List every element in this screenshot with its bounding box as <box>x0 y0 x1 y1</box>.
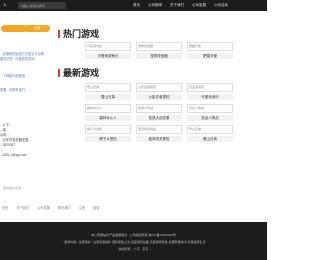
game-thumbnail[interactable]: 雪山兄弟 <box>85 83 131 92</box>
credit-text: 网站信息来源... <box>3 186 24 190</box>
hot-games-title: 热门游戏 <box>58 27 99 40</box>
footer-license: ...版权所有... 广东...京东... <box>116 247 151 251</box>
game-card[interactable]: 宠物改造器 宠物改造器 <box>136 42 182 61</box>
footer: 本公司网站均产品保留相关...公司版权所有 陕ICP备09000000号 ...… <box>0 222 267 260</box>
game-name[interactable]: 宠物改造器 <box>136 53 182 59</box>
footer-links: 首页 关于我们 公司发展 联系我们 注册 登录 <box>2 205 99 210</box>
nav-item-development[interactable]: 公司发展 <box>192 3 206 8</box>
game-thumbnail[interactable]: 火影忍者冒险 <box>136 83 182 92</box>
game-card[interactable]: 橘子大冒险 橘子大冒险 <box>85 125 131 144</box>
game-name[interactable]: 橘子大冒险 <box>85 136 131 142</box>
nav-item-home[interactable]: 首页 <box>133 3 140 8</box>
title-accent <box>58 29 60 38</box>
new-games-title-text: 最新游戏 <box>63 68 100 78</box>
game-name[interactable]: 雪山兄弟 <box>187 136 233 142</box>
game-card[interactable]: 松鼠大作战 松鼠大战坚果 <box>136 104 182 123</box>
search-input[interactable]: 请输入搜索关键词 <box>18 2 66 9</box>
game-card[interactable]: 雪山兄弟 雪山兄弟 <box>85 83 131 102</box>
game-thumbnail[interactable]: 橘子大冒险 <box>85 125 131 134</box>
game-name[interactable]: 肥猫天使 <box>187 53 233 59</box>
footer-health-notice: ...游戏内容...注意保护...注意自我保护 谨防受骗上当 适度游戏益脑 沉迷… <box>61 240 206 244</box>
game-name[interactable]: 张龙人物战 <box>187 115 233 121</box>
footer-link-login[interactable]: 登录 <box>93 205 99 210</box>
game-thumbnail[interactable]: 肥猫天使 <box>187 42 233 51</box>
top-nav: 首页 公司新闻 关于我们 公司发展 公司活动 <box>133 3 228 8</box>
game-thumbnail[interactable]: 可爱消消乐 <box>187 83 233 92</box>
game-name[interactable]: 森林冰火人 <box>85 115 131 121</box>
footer-link-about[interactable]: 关于我们 <box>16 205 29 210</box>
game-card[interactable]: 雪山兄弟 雪山兄弟 <box>187 125 233 144</box>
game-name[interactable]: 松鼠大战坚果 <box>136 115 182 121</box>
game-thumbnail[interactable]: 森林冰火人 <box>85 104 131 113</box>
footer-link-contact[interactable]: 联系我们 <box>58 205 71 210</box>
game-thumbnail[interactable]: 张龙人物战 <box>187 104 233 113</box>
title-accent <box>58 68 60 77</box>
game-card[interactable]: 旋风闯关挑战 旋风闯关冒险 <box>136 125 182 144</box>
footer-link-register[interactable]: 注册 <box>79 205 85 210</box>
top-bar: 人. 请输入搜索关键词 首页 公司新闻 关于我们 公司发展 公司活动 <box>0 0 267 11</box>
game-card[interactable]: 森林冰火人 森林冰火人 <box>85 104 131 123</box>
notice-line: ...下网络作品使用... <box>0 74 28 78</box>
notice-line: 需要...请联系我们... <box>0 88 28 92</box>
nav-item-about[interactable]: 关于我们 <box>170 3 184 8</box>
register-button[interactable]: 注册 <box>24 25 50 32</box>
game-card[interactable]: 肥猫天使 肥猫天使 <box>187 42 233 61</box>
game-thumbnail[interactable]: 旋风闯关挑战 <box>136 125 182 134</box>
game-thumbnail[interactable]: 可爱海滨鱼 <box>85 42 131 51</box>
new-games-title: 最新游戏 <box>58 66 99 79</box>
footer-copyright: 本公司网站均产品保留相关...公司版权所有 陕ICP备09000000号 <box>91 233 176 237</box>
game-name[interactable]: 可爱海滨鱼乐 <box>85 53 131 59</box>
game-thumbnail[interactable]: 雪山兄弟 <box>187 125 233 134</box>
hot-games-title-text: 热门游戏 <box>63 29 100 39</box>
game-card[interactable]: 火影忍者冒险 火影忍者冒险 <box>136 83 182 102</box>
game-name[interactable]: 可爱消消乐 <box>187 94 233 100</box>
game-thumbnail[interactable]: 宠物改造器 <box>136 42 182 51</box>
footer-link-development[interactable]: 公司发展 <box>37 205 50 210</box>
game-card[interactable]: 张龙人物战 张龙人物战 <box>187 104 233 123</box>
game-name[interactable]: 火影忍者冒险 <box>136 94 182 100</box>
notice-line: 服务请您...仔细查找游戏 <box>0 57 35 61</box>
game-name[interactable]: 雪山兄弟 <box>85 94 131 100</box>
game-card[interactable]: 可爱海滨鱼 可爱海滨鱼乐 <box>85 42 131 61</box>
game-card[interactable]: 可爱消消乐 可爱消消乐 <box>187 83 233 102</box>
site-logo[interactable]: 人. <box>3 3 7 8</box>
game-thumbnail[interactable]: 松鼠大作战 <box>136 104 182 113</box>
info-line: ...0421-4@qq.com <box>0 153 27 157</box>
nav-item-news[interactable]: 公司新闻 <box>148 3 162 8</box>
search-placeholder: 请输入搜索关键词 <box>21 4 46 8</box>
game-name[interactable]: 旋风闯关冒险 <box>136 136 182 142</box>
nav-item-activities[interactable]: 公司活动 <box>214 3 228 8</box>
footer-link-home[interactable]: 首页 <box>2 205 8 210</box>
